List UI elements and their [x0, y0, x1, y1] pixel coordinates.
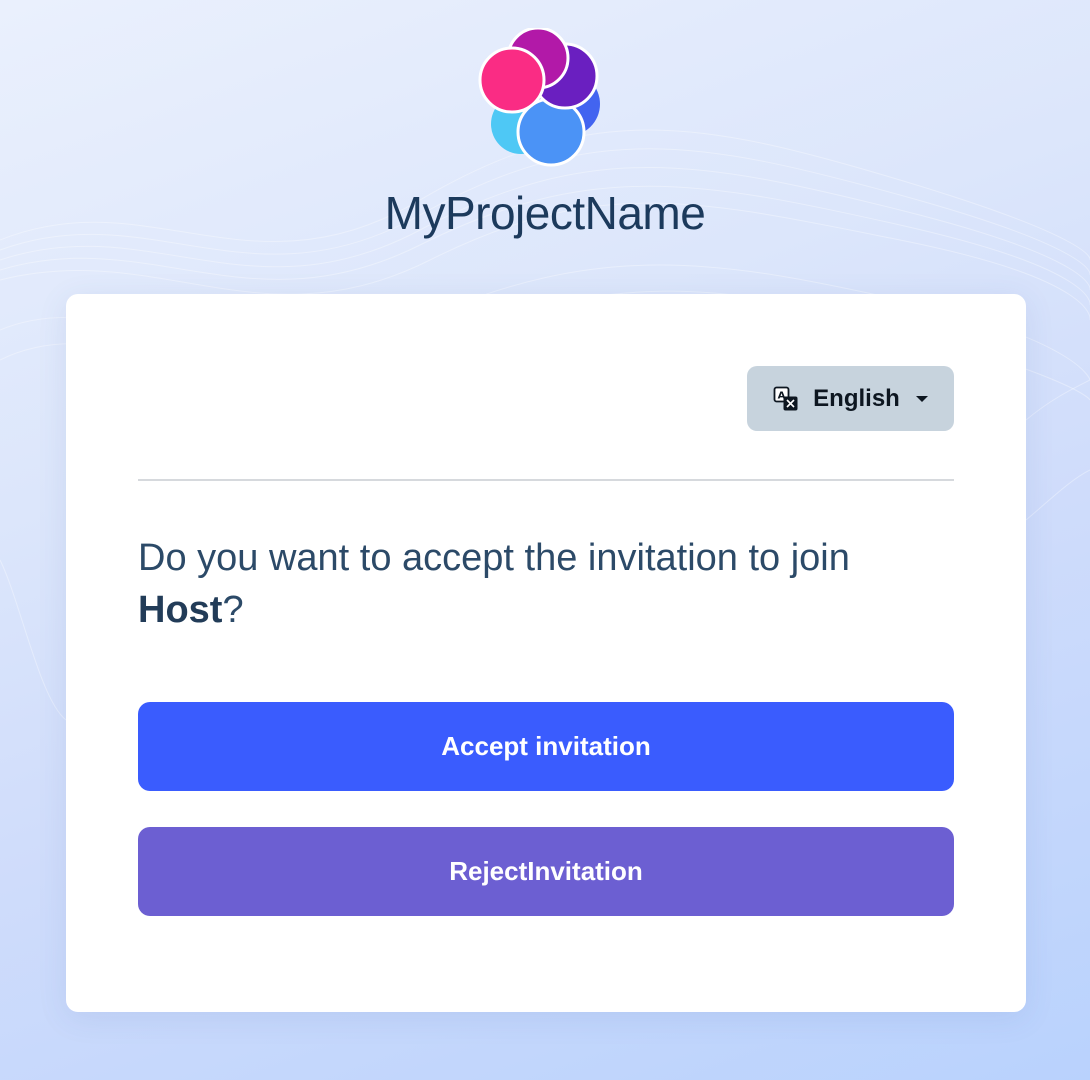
language-label: English — [813, 384, 900, 412]
prompt-suffix: ? — [222, 589, 244, 631]
host-name: Host — [138, 589, 223, 631]
translate-icon: A — [773, 386, 798, 410]
brand-header: MyProjectName — [0, 28, 1090, 240]
accept-invitation-button[interactable]: Accept invitation — [138, 702, 954, 791]
invitation-prompt: Do you want to accept the invitation to … — [138, 532, 954, 636]
divider — [138, 479, 954, 481]
chevron-down-icon — [915, 395, 928, 402]
flower-logo-icon — [478, 28, 600, 167]
brand-name: MyProjectName — [384, 187, 706, 239]
prompt-text: Do you want to accept the invitation to … — [138, 537, 850, 579]
invitation-card: A English Do you want to accept the invi… — [66, 294, 1026, 1012]
reject-invitation-button[interactable]: RejectInvitation — [138, 827, 954, 916]
language-selector[interactable]: A English — [747, 366, 954, 431]
